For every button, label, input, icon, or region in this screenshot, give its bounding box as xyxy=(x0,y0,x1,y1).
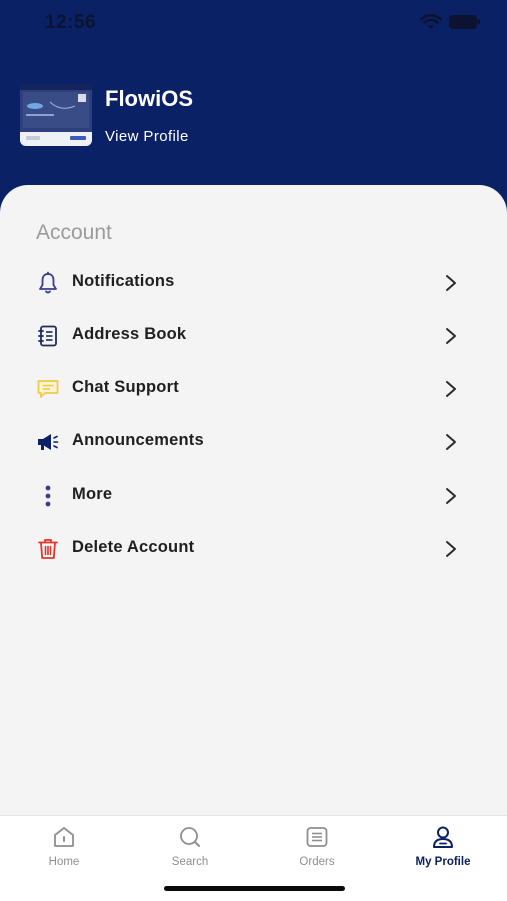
menu-item-chat-support[interactable]: Chat Support xyxy=(0,363,507,415)
profile-icon xyxy=(433,826,453,848)
menu-item-more[interactable]: More xyxy=(0,470,507,522)
app-screenshot-icon xyxy=(20,84,92,146)
megaphone-icon xyxy=(38,434,59,450)
tab-search[interactable]: Search xyxy=(145,824,235,880)
menu-item-label: Notifications xyxy=(72,272,175,290)
orders-list-icon xyxy=(306,827,328,847)
menu-item-notifications[interactable]: Notifications xyxy=(0,257,507,309)
menu-item-label: Delete Account xyxy=(72,538,195,556)
home-indicator[interactable] xyxy=(164,886,345,891)
search-icon xyxy=(180,827,200,847)
wifi-icon xyxy=(420,14,442,29)
chevron-right-icon xyxy=(446,488,456,504)
chevron-right-icon xyxy=(446,541,456,557)
section-title: Account xyxy=(36,221,112,244)
menu-item-label: Address Book xyxy=(72,325,187,343)
tab-orders[interactable]: Orders xyxy=(272,824,362,880)
address-book-icon xyxy=(38,325,57,347)
view-profile-link[interactable]: View Profile xyxy=(105,128,189,145)
chevron-right-icon xyxy=(446,381,456,397)
app-name: FlowiOS xyxy=(105,86,193,111)
battery-icon xyxy=(449,15,480,29)
tab-label: Home xyxy=(48,856,80,868)
tab-label: Search xyxy=(171,856,209,868)
status-bar: 12:56 xyxy=(0,0,507,46)
menu-item-label: Chat Support xyxy=(72,378,179,396)
more-vertical-icon xyxy=(45,485,51,507)
account-card: Account Notifications Address Book Chat … xyxy=(0,185,507,815)
profile-header: FlowiOS View Profile xyxy=(0,46,507,191)
tab-home[interactable]: Home xyxy=(19,824,109,880)
chat-bubble-icon xyxy=(37,380,59,398)
chevron-right-icon xyxy=(446,275,456,291)
bell-icon xyxy=(39,271,57,294)
status-time: 12:56 xyxy=(45,12,97,33)
trash-icon xyxy=(38,539,58,559)
home-icon xyxy=(54,827,74,847)
menu-item-label: Announcements xyxy=(72,431,204,449)
tab-my-profile[interactable]: My Profile xyxy=(398,824,488,880)
menu-item-address-book[interactable]: Address Book xyxy=(0,310,507,362)
tab-label: My Profile xyxy=(415,856,471,868)
menu-item-delete-account[interactable]: Delete Account xyxy=(0,523,507,575)
app-thumbnail[interactable] xyxy=(20,84,92,146)
chevron-right-icon xyxy=(446,434,456,450)
chevron-right-icon xyxy=(446,328,456,344)
tab-label: Orders xyxy=(299,856,335,868)
menu-item-announcements[interactable]: Announcements xyxy=(0,416,507,468)
menu-item-label: More xyxy=(72,485,113,503)
